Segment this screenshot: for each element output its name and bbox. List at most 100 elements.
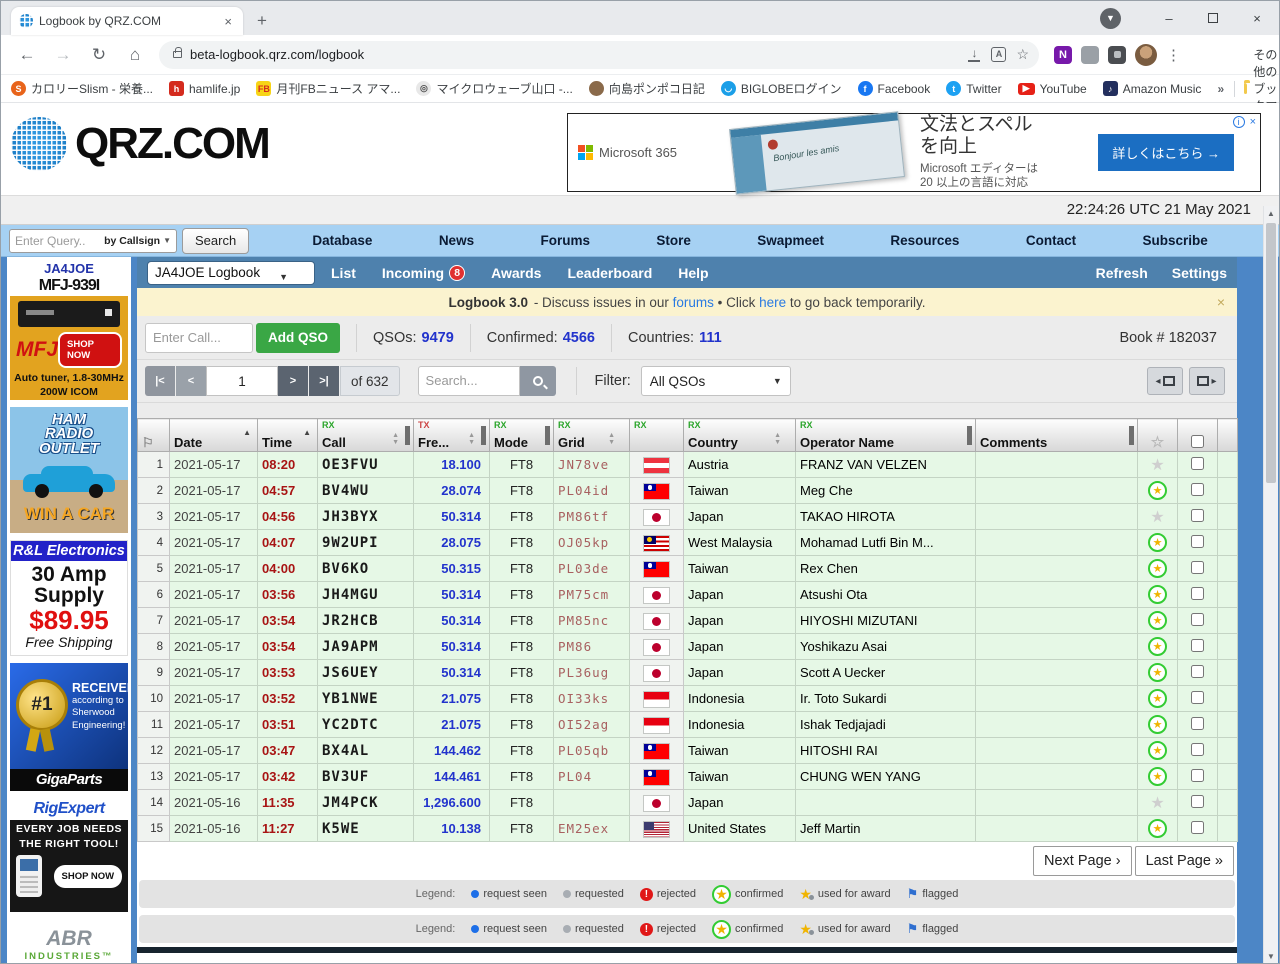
logbook-menu-help[interactable]: Help <box>678 265 708 281</box>
address-bar[interactable]: beta-logbook.qrz.com/logbook ↓ A ☆ <box>159 40 1039 69</box>
nav-item-forums[interactable]: Forums <box>540 233 590 248</box>
confirmed-star-icon[interactable]: ★ <box>1148 585 1167 604</box>
row-checkbox[interactable] <box>1191 768 1204 782</box>
translate-icon[interactable]: A <box>991 47 1007 62</box>
forums-link[interactable]: forums <box>673 295 714 310</box>
qso-callsign[interactable]: JS6UEY <box>317 659 414 686</box>
url-text[interactable]: beta-logbook.qrz.com/logbook <box>190 47 957 62</box>
row-checkbox[interactable] <box>1191 560 1204 574</box>
unconfirmed-star-icon[interactable]: ★ <box>1150 457 1164 474</box>
rigexpert-shop-now-button[interactable]: SHOP NOW <box>53 864 123 888</box>
header-mode[interactable]: RX Mode <box>489 418 554 452</box>
confirmed-star-icon[interactable]: ★ <box>1148 741 1167 760</box>
bookmark-item[interactable]: t Twitter <box>946 81 1002 96</box>
menu-dots-icon[interactable]: ⋮ <box>1166 46 1181 64</box>
row-checkbox[interactable] <box>1191 638 1204 652</box>
unconfirmed-star-icon[interactable]: ★ <box>1150 509 1164 526</box>
qso-callsign[interactable]: BV6KO <box>317 555 414 582</box>
mfj-shop-now-button[interactable]: SHOP NOW <box>58 332 122 368</box>
minimize-button[interactable]: – <box>1147 3 1191 33</box>
reload-icon[interactable]: ↻ <box>85 41 113 69</box>
qso-callsign[interactable]: BV4WU <box>317 477 414 504</box>
row-checkbox[interactable] <box>1191 482 1204 496</box>
bookmark-star-icon[interactable]: ☆ <box>1016 46 1029 63</box>
bookmark-item[interactable]: f Facebook <box>857 81 930 96</box>
bookmark-item[interactable]: ◡ BIGLOBEログイン <box>720 80 842 97</box>
rl-electronics-ad[interactable]: R&L Electronics 30 Amp Supply $89.95 Free… <box>10 540 128 656</box>
header-checkbox[interactable] <box>1177 418 1218 452</box>
mfj-ad[interactable]: MFJ-939I MFJ SHOP NOW Auto tuner, 1.8-30… <box>10 276 128 400</box>
column-resizer[interactable] <box>967 426 972 445</box>
row-checkbox[interactable] <box>1191 586 1204 600</box>
confirmed-star-icon[interactable]: ★ <box>1148 481 1167 500</box>
onenote-extension-icon[interactable]: N <box>1054 45 1072 64</box>
filter-select[interactable]: All QSOs ▼ <box>640 366 791 396</box>
nav-item-resources[interactable]: Resources <box>890 233 959 248</box>
back-icon[interactable]: ← <box>13 41 41 69</box>
row-checkbox[interactable] <box>1191 508 1204 522</box>
header-comments[interactable]: Comments <box>975 418 1138 452</box>
next-page-button[interactable]: > <box>278 366 308 396</box>
row-checkbox[interactable] <box>1191 794 1204 808</box>
gigaparts-ad[interactable]: #1 RECEIVER according toSherwoodEngineer… <box>10 663 128 791</box>
forward-icon[interactable]: → <box>49 41 77 69</box>
bookmark-item[interactable]: h hamlife.jp <box>169 81 240 96</box>
bookmark-item[interactable]: ♪ Amazon Music <box>1102 81 1201 96</box>
ham-radio-outlet-ad[interactable]: HAM RADIO OUTLET WIN A CAR <box>10 407 128 533</box>
confirmed-star-icon[interactable]: ★ <box>1148 533 1167 552</box>
nav-item-store[interactable]: Store <box>656 233 691 248</box>
header-time[interactable]: Time ▲ <box>257 418 318 452</box>
nav-item-subscribe[interactable]: Subscribe <box>1142 233 1207 248</box>
next-page-link-button[interactable]: Next Page › <box>1033 846 1132 876</box>
unconfirmed-star-icon[interactable]: ★ <box>1150 795 1164 812</box>
header-date[interactable]: Date ▲ <box>169 418 258 452</box>
header-flag[interactable]: RX <box>629 418 684 452</box>
confirmed-star-icon[interactable]: ★ <box>1148 767 1167 786</box>
query-scope-select[interactable]: by Callsign <box>104 235 160 247</box>
ad-cta-button[interactable]: 詳しくはこちら → <box>1098 134 1234 171</box>
qso-callsign[interactable]: 9W2UPI <box>317 529 414 556</box>
row-checkbox[interactable] <box>1191 820 1204 834</box>
query-input[interactable]: Enter Query.. by Callsign ▼ <box>9 228 177 253</box>
confirmed-star-icon[interactable]: ★ <box>1148 637 1167 656</box>
profile-avatar[interactable] <box>1135 43 1157 66</box>
column-resizer[interactable] <box>545 426 550 445</box>
collapse-panel-button[interactable]: ◂ <box>1147 367 1183 395</box>
home-icon[interactable]: ⌂ <box>121 41 149 69</box>
qso-callsign[interactable]: JH4MGU <box>317 581 414 608</box>
first-page-button[interactable]: |< <box>145 366 175 396</box>
row-checkbox[interactable] <box>1191 664 1204 678</box>
search-button[interactable]: Search <box>182 227 250 254</box>
header-frequency[interactable]: TX Fre... ▲ ▼ <box>413 418 490 452</box>
row-checkbox[interactable] <box>1191 534 1204 548</box>
extension-icon[interactable] <box>1081 45 1099 64</box>
nav-item-contact[interactable]: Contact <box>1026 233 1076 248</box>
bookmark-item[interactable]: 向島ポンポコ日記 <box>588 80 705 97</box>
rigexpert-ad[interactable]: RigExpert EVERY JOB NEEDS THE RIGHT TOOL… <box>10 798 128 912</box>
abr-industries-ad[interactable]: ABR INDUSTRIES™ Customized Cable <box>10 919 128 963</box>
header-country[interactable]: RX Country ▲ ▼ <box>683 418 796 452</box>
scrollbar-thumb[interactable] <box>1266 223 1276 483</box>
confirmed-star-icon[interactable]: ★ <box>1148 559 1167 578</box>
nav-item-news[interactable]: News <box>439 233 474 248</box>
enter-call-input[interactable]: Enter Call... <box>145 322 253 353</box>
bookmark-item[interactable]: ▶ YouTube <box>1017 82 1087 96</box>
confirmed-star-icon[interactable]: ★ <box>1148 611 1167 630</box>
logbook-menu-awards[interactable]: Awards <box>491 265 541 281</box>
nav-item-swapmeet[interactable]: Swapmeet <box>757 233 824 248</box>
row-checkbox[interactable] <box>1191 456 1204 470</box>
header-star[interactable]: ☆ <box>1137 418 1178 452</box>
select-all-checkbox[interactable] <box>1191 435 1204 448</box>
scroll-up-icon[interactable]: ▲ <box>1264 206 1278 221</box>
bookmark-item[interactable]: ◎ マイクロウェーブ山口 -... <box>416 80 573 97</box>
close-button[interactable]: × <box>1235 3 1279 33</box>
qso-callsign[interactable]: BV3UF <box>317 763 414 790</box>
qrz-logo[interactable]: QRZ.COM <box>11 117 271 171</box>
logbook-select[interactable]: JA4JOE Logbook ▼ <box>147 260 315 285</box>
browser-tab[interactable]: Logbook by QRZ.COM × <box>11 7 243 35</box>
table-search-input[interactable]: Search... <box>417 366 520 396</box>
header-grid[interactable]: RX Grid ▲ ▼ <box>553 418 630 452</box>
qso-callsign[interactable]: K5WE <box>317 815 414 842</box>
last-page-button[interactable]: >| <box>309 366 339 396</box>
row-checkbox[interactable] <box>1191 690 1204 704</box>
